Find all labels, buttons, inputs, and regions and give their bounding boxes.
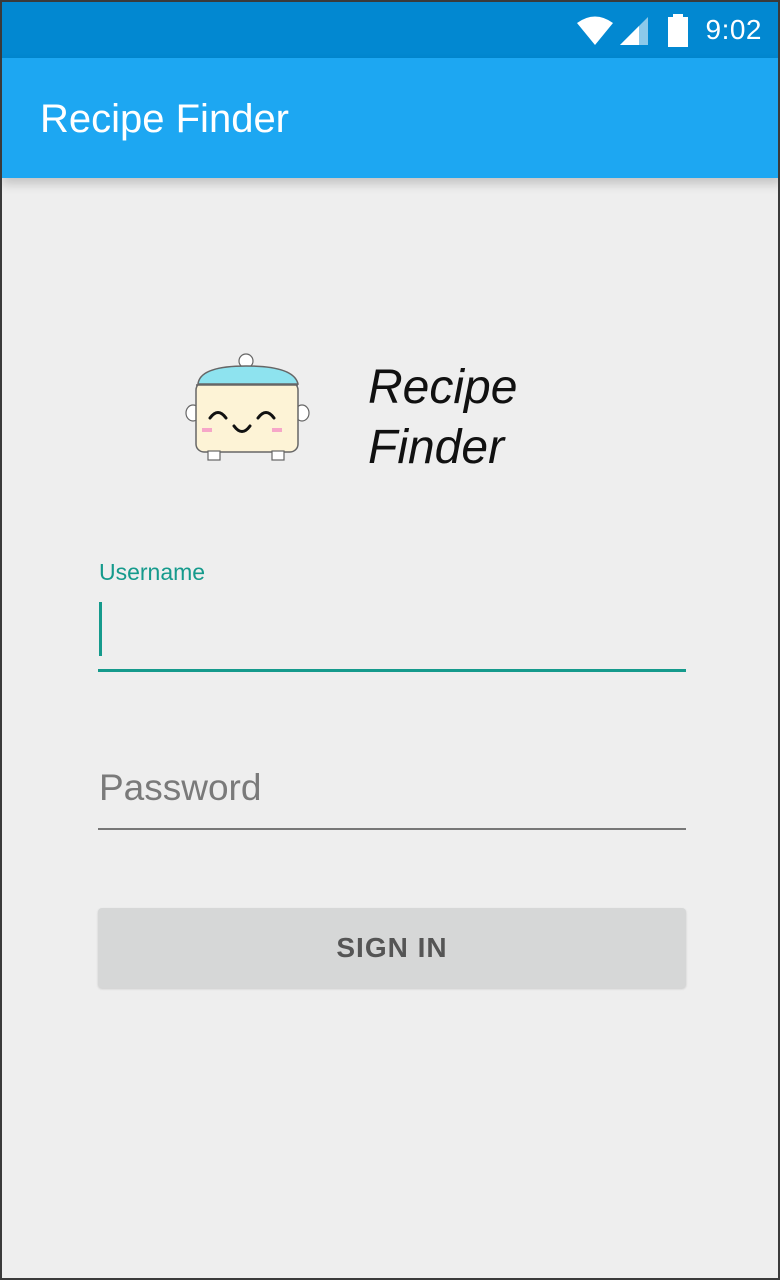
logo-text-line-1: Recipe [368, 361, 518, 414]
password-placeholder: Password [99, 767, 262, 808]
logo-text: Recipe Finder [368, 358, 517, 478]
login-screen: 9:02 Recipe Finder Recipe Finder Usernam… [0, 0, 780, 1280]
logo-text-line-2: Finder [368, 421, 505, 474]
password-underline [98, 828, 686, 830]
password-field[interactable]: Password [98, 752, 686, 834]
username-underline [98, 669, 686, 672]
text-cursor [99, 602, 102, 656]
cooking-pot-mascot-icon [182, 352, 314, 464]
status-bar: 9:02 [2, 2, 778, 58]
app-bar: Recipe Finder [2, 58, 778, 178]
username-label: Username [99, 559, 206, 585]
cell-signal-icon [619, 16, 649, 51]
wifi-icon [576, 14, 614, 51]
app-title: Recipe Finder [40, 97, 290, 141]
battery-icon [667, 14, 689, 53]
sign-in-button[interactable]: SIGN IN [98, 908, 686, 988]
status-time: 9:02 [705, 14, 762, 45]
username-field[interactable]: Username [98, 554, 686, 674]
